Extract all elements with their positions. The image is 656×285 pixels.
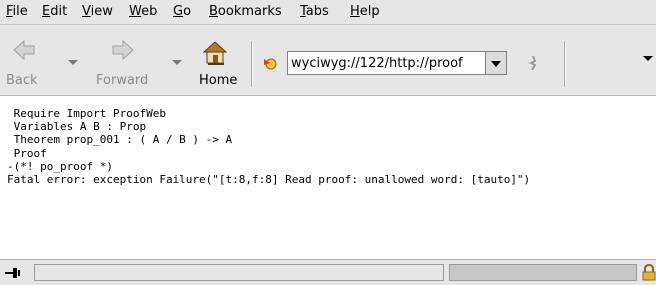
menu-file[interactable]: File <box>6 4 28 19</box>
menu-bar: File Edit View Web Go Bookmarks Tabs Hel… <box>0 0 656 25</box>
offline-plug-icon[interactable] <box>5 265 27 280</box>
forward-arrow-icon <box>112 39 134 61</box>
back-arrow-icon <box>13 39 35 61</box>
toolbar-separator <box>251 41 253 87</box>
proof-line: -(*! po_proof *) <box>7 159 113 173</box>
proof-output: Require Import ProofWeb Variables A B : … <box>7 107 530 186</box>
proof-line: Require Import ProofWeb <box>7 107 166 120</box>
status-text <box>34 264 444 281</box>
forward-label: Forward <box>96 73 149 88</box>
page-proxy-icon[interactable] <box>262 55 280 71</box>
proof-line: Theorem prop_001 : ( A / B ) -> A <box>7 133 233 147</box>
forward-history-dropdown-icon[interactable] <box>172 60 182 65</box>
menu-go[interactable]: Go <box>173 4 191 19</box>
address-bar[interactable]: wyciwyg://122/http://proofweb <box>287 51 507 75</box>
menu-edit[interactable]: Edit <box>42 4 67 19</box>
status-bar <box>0 259 656 285</box>
toolbar-overflow-chevron-icon[interactable] <box>643 56 653 61</box>
back-button[interactable] <box>7 39 41 65</box>
proof-line: Proof <box>7 146 47 160</box>
menu-view[interactable]: View <box>82 4 113 19</box>
progress-meter <box>449 264 637 281</box>
toolbar-separator-2 <box>564 41 566 87</box>
home-icon <box>202 41 228 65</box>
navigation-toolbar: Back Forward Home wyciwyg://122/http://p… <box>0 25 656 96</box>
menu-web[interactable]: Web <box>129 4 157 19</box>
back-history-dropdown-icon[interactable] <box>68 60 78 65</box>
address-input[interactable]: wyciwyg://122/http://proofweb <box>291 56 463 71</box>
page-content: Require Import ProofWeb Variables A B : … <box>0 96 656 259</box>
menu-tabs[interactable]: Tabs <box>300 4 329 19</box>
go-button[interactable] <box>526 54 540 72</box>
menu-bookmarks[interactable]: Bookmarks <box>209 4 282 19</box>
back-label: Back <box>6 73 38 88</box>
error-line: Fatal error: exception Failure("[t:8,f:8… <box>7 173 531 187</box>
home-button[interactable] <box>200 39 230 69</box>
gear-icon <box>528 55 537 71</box>
menu-help[interactable]: Help <box>350 4 380 19</box>
security-lock-icon[interactable] <box>641 263 656 281</box>
forward-button[interactable] <box>108 39 138 65</box>
proof-line: Variables A B : Prop <box>7 120 147 134</box>
home-label: Home <box>199 73 238 88</box>
address-dropdown-button[interactable] <box>485 51 507 75</box>
